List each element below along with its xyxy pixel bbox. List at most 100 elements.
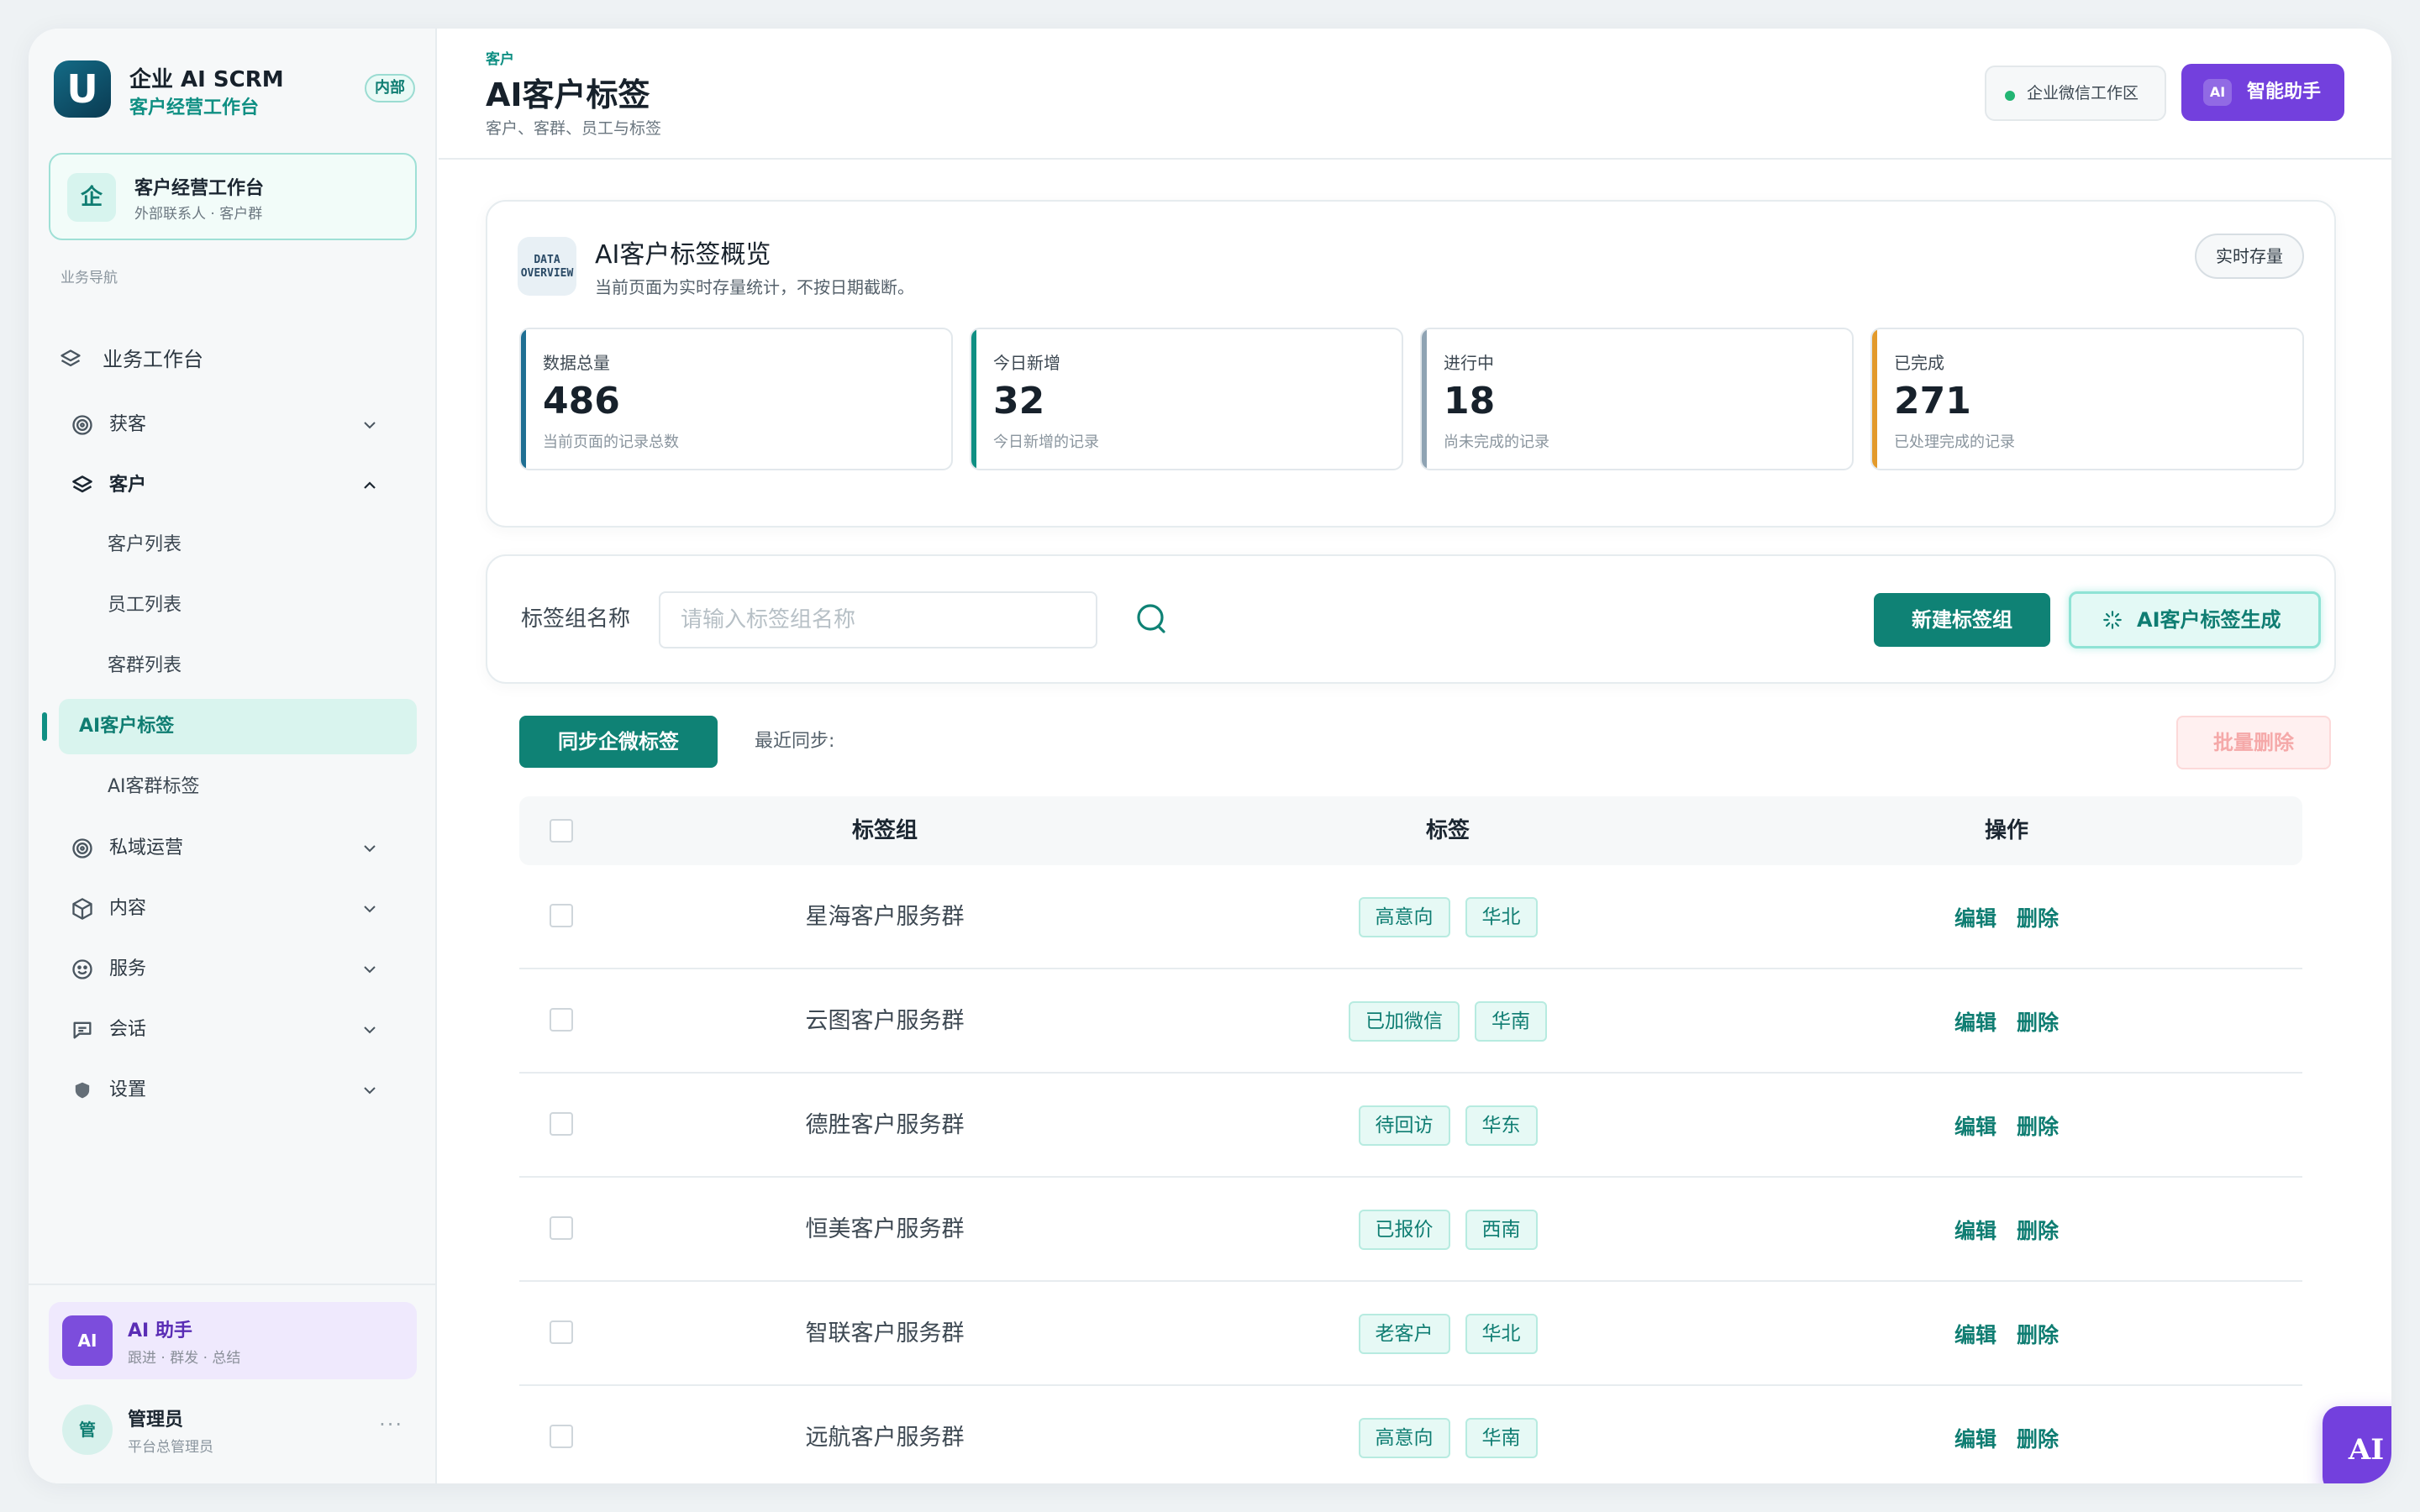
user-profile[interactable]: 管 管理员 平台总管理员 ···	[49, 1396, 417, 1463]
chevron-up-icon	[364, 481, 376, 489]
tag-group-name: 云图客户服务群	[805, 1008, 965, 1034]
sidebar-item-ai-group-tags[interactable]: AI客群标签	[60, 759, 449, 815]
ai-tag-generate-button[interactable]: AI客户标签生成	[2069, 591, 2321, 648]
smile-icon	[72, 959, 92, 979]
delete-link[interactable]: 删除	[2017, 1110, 2059, 1141]
stat-value: 18	[1444, 380, 1496, 423]
row-checkbox[interactable]	[550, 1008, 573, 1032]
tag-chip: 已加微信	[1349, 1001, 1460, 1042]
cube-icon	[72, 898, 92, 920]
stat-accent-bar	[1872, 329, 1877, 469]
sidebar-item-label: 员工列表	[108, 595, 182, 616]
nav-group-private-ops[interactable]: 私域运营	[59, 823, 412, 874]
tag-chip: 高意向	[1358, 897, 1450, 937]
avatar: 管	[62, 1404, 113, 1455]
user-name: 管理员	[128, 1410, 184, 1431]
tag-group-table: 标签组 标签 操作 星海客户服务群 高意向 华北 编辑 删除 云图客户服务群 已加微信 华南编…	[519, 796, 2302, 1483]
table-row: 远航客户服务群 高意向 华南 编辑 删除	[519, 1386, 2302, 1483]
smart-assistant-button[interactable]: AI 智能助手	[2181, 64, 2344, 121]
tag-list: 高意向 华北	[1225, 865, 1670, 969]
delete-link[interactable]: 删除	[2017, 1006, 2059, 1037]
stat-desc: 当前页面的记录总数	[543, 433, 679, 451]
select-all-checkbox[interactable]	[550, 819, 573, 843]
tag-chip: 高意向	[1358, 1418, 1450, 1458]
edit-link[interactable]: 编辑	[1954, 1006, 1996, 1037]
chevron-down-icon	[364, 845, 376, 853]
row-checkbox[interactable]	[550, 1425, 573, 1448]
stat-label: 数据总量	[543, 353, 610, 373]
tag-list: 已加微信 华南	[1225, 969, 1670, 1074]
tag-group-name: 恒美客户服务群	[805, 1216, 965, 1242]
ai-floating-button[interactable]: AI	[2323, 1406, 2391, 1483]
row-checkbox[interactable]	[550, 1320, 573, 1344]
stat-value: 486	[543, 380, 620, 423]
delete-link[interactable]: 删除	[2017, 1215, 2059, 1245]
tag-group-name-input[interactable]	[659, 591, 1097, 648]
sparkle-icon	[2103, 611, 2122, 629]
workspace-subtitle: 外部联系人 · 客户群	[134, 206, 263, 223]
nav-group-acquire[interactable]: 获客	[59, 400, 412, 450]
edit-link[interactable]: 编辑	[1954, 1423, 1996, 1453]
breadcrumb[interactable]: 客户	[486, 47, 514, 68]
new-tag-group-button[interactable]: 新建标签组	[1874, 593, 2050, 647]
nav-group-settings[interactable]: 设置	[59, 1065, 412, 1116]
chevron-down-icon	[364, 422, 376, 429]
sidebar-item-label: 客群列表	[108, 655, 182, 676]
ai-assistant-card[interactable]: AI AI 助手 跟进 · 群发 · 总结	[49, 1302, 417, 1379]
icon-text: OVERVIEW	[520, 267, 574, 280]
nav-group-label: 会话	[109, 1019, 147, 1040]
delete-link[interactable]: 删除	[2017, 1319, 2059, 1349]
delete-link[interactable]: 删除	[2017, 902, 2059, 932]
nav-group-service[interactable]: 服务	[59, 944, 412, 995]
sidebar-item-employee-list[interactable]: 员工列表	[60, 578, 449, 633]
more-icon[interactable]: ···	[379, 1413, 403, 1436]
realtime-tag: 实时存量	[2195, 234, 2304, 279]
search-icon[interactable]	[1133, 600, 1173, 640]
table-body: 星海客户服务群 高意向 华北 编辑 删除 云图客户服务群 已加微信 华南 编辑 删除 德胜客户服务群…	[519, 865, 2302, 1483]
tag-chip: 华北	[1465, 897, 1538, 937]
page-title: AI客户标签	[486, 76, 650, 113]
edit-link[interactable]: 编辑	[1954, 902, 1996, 932]
edit-link[interactable]: 编辑	[1954, 1215, 1996, 1245]
sidebar-item-label: AI客户标签	[79, 716, 175, 737]
edit-link[interactable]: 编辑	[1954, 1319, 1996, 1349]
nav-group-label: 私域运营	[109, 837, 184, 858]
chevron-down-icon	[364, 1026, 376, 1034]
sync-wecom-tags-button[interactable]: 同步企微标签	[519, 716, 718, 768]
table-row: 智联客户服务群 老客户 华北 编辑 删除	[519, 1282, 2302, 1386]
tag-group-name-label: 标签组名称	[521, 606, 631, 632]
stat-card-completed: 已完成 271 已处理完成的记录	[1870, 328, 2304, 470]
nav-group-customer[interactable]: 客户	[59, 460, 412, 511]
nav-group-content[interactable]: 内容	[59, 884, 412, 934]
table-row: 德胜客户服务群 待回访 华东 编辑 删除	[519, 1074, 2302, 1178]
tag-list: 已报价 西南	[1225, 1178, 1670, 1282]
nav-group-chat[interactable]: 会话	[59, 1005, 412, 1055]
row-checkbox[interactable]	[550, 904, 573, 927]
workspace-card[interactable]: 企 客户经营工作台 外部联系人 · 客户群	[49, 153, 417, 240]
row-checkbox[interactable]	[550, 1216, 573, 1240]
row-checkbox[interactable]	[550, 1112, 573, 1136]
nav-group-label: 设置	[109, 1079, 147, 1100]
workspace-status[interactable]: 企业微信工作区	[1985, 66, 2166, 121]
workspace-title: 客户经营工作台	[134, 178, 265, 199]
tag-chip: 华东	[1465, 1105, 1538, 1146]
tag-group-name: 远航客户服务群	[805, 1425, 965, 1451]
ai-avatar: AI	[62, 1315, 113, 1366]
nav-item-workbench[interactable]: 业务工作台	[29, 334, 381, 385]
overview-title: AI客户标签概览	[595, 240, 771, 270]
sidebar-item-ai-customer-tags[interactable]: AI客户标签	[29, 699, 417, 754]
sidebar-item-group-list[interactable]: 客群列表	[60, 638, 449, 694]
stat-card-total: 数据总量 486 当前页面的记录总数	[519, 328, 953, 470]
brand[interactable]: U 企业 AI SCRM 客户经营工作台 内部	[54, 60, 415, 118]
delete-link[interactable]: 删除	[2017, 1423, 2059, 1453]
stat-card-new-today: 今日新增 32 今日新增的记录	[970, 328, 1403, 470]
row-actions: 编辑 删除	[1788, 1074, 2225, 1178]
edit-link[interactable]: 编辑	[1954, 1110, 1996, 1141]
bulk-delete-button[interactable]: 批量删除	[2176, 716, 2331, 769]
sidebar: U 企业 AI SCRM 客户经营工作台 内部 企 客户经营工作台 外部联系人 …	[29, 29, 437, 1483]
table-row: 星海客户服务群 高意向 华北 编辑 删除	[519, 865, 2302, 969]
sidebar-item-customer-list[interactable]: 客户列表	[60, 517, 449, 573]
stat-label: 已完成	[1894, 353, 1944, 373]
column-header-actions: 操作	[1984, 818, 2028, 843]
stat-value: 32	[993, 380, 1045, 423]
